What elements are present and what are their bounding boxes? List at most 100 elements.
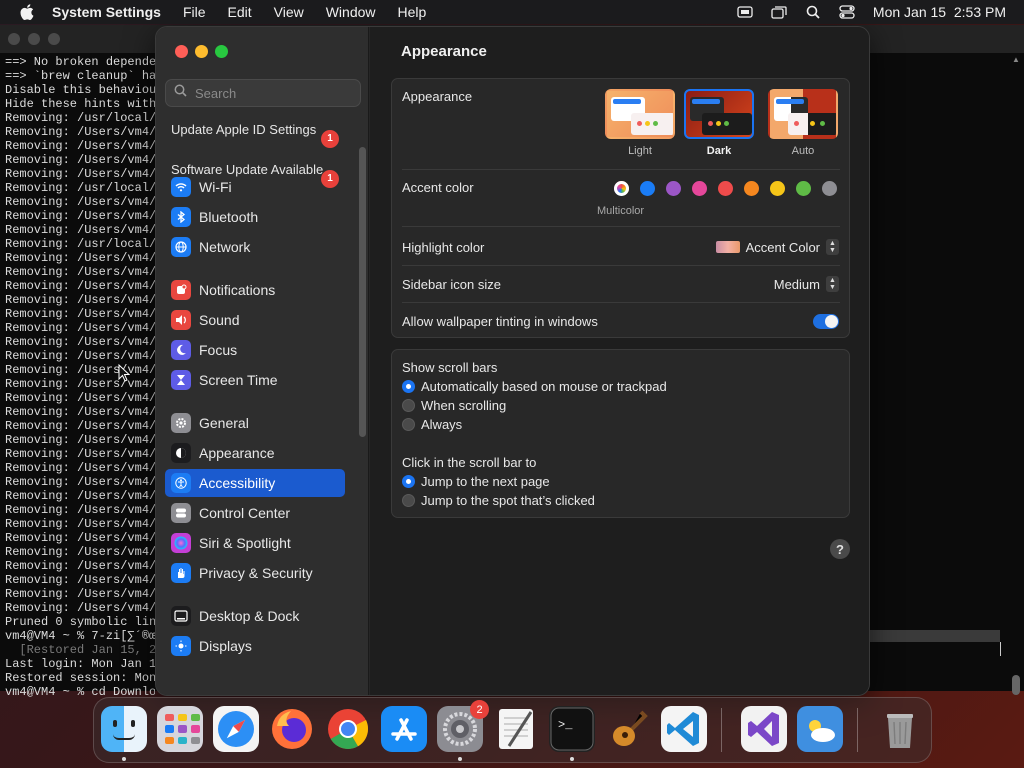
appstore-icon[interactable] [381, 706, 427, 752]
settings-icon[interactable]: 2 [437, 700, 489, 752]
hand-icon [171, 563, 191, 583]
accent-swatch[interactable] [796, 181, 811, 196]
terminal-scrollbar[interactable]: ▲ [1010, 55, 1022, 695]
sidebar-icon-size-popup[interactable]: Medium ▲ ▼ [774, 276, 839, 292]
menu-app-name[interactable]: System Settings [52, 4, 161, 20]
terminal-line: Removing: /usr/local/ [5, 181, 155, 195]
search-input[interactable] [195, 85, 355, 101]
textedit-icon[interactable] [493, 706, 539, 752]
apple-logo-icon[interactable] [20, 4, 34, 20]
wallpaper-tinting-toggle[interactable] [813, 314, 839, 329]
theme-option-light[interactable]: Light [605, 89, 675, 157]
terminal-icon[interactable]: >_ [549, 706, 595, 752]
accent-swatch[interactable] [692, 181, 707, 196]
highlight-color-popup[interactable]: Accent Color ▲ ▼ [715, 239, 839, 255]
divider [402, 169, 840, 170]
accent-swatch-multicolor[interactable] [614, 181, 629, 196]
sidebar-icon-size-value: Medium [773, 276, 820, 292]
sidebar-item-displays[interactable]: Displays [165, 632, 345, 660]
radio-jump-to-spot[interactable]: Jump to the spot that’s clicked [402, 493, 595, 508]
sidebar-item-general[interactable]: General [165, 409, 345, 437]
radio-jump-next-page[interactable]: Jump to the next page [402, 474, 550, 489]
sidebar-item-siri-spotlight[interactable]: Siri & Spotlight [165, 529, 345, 557]
sidebar-scrollbar[interactable] [359, 147, 366, 437]
search-field[interactable] [165, 79, 361, 107]
sidebar-item-sound[interactable]: Sound [165, 306, 345, 334]
sidebar-item-privacy-security[interactable]: Privacy & Security [165, 559, 345, 587]
sidebar-item-screen-time[interactable]: Screen Time [165, 366, 345, 394]
finder-icon[interactable] [101, 706, 147, 752]
dark-theme-thumbnail[interactable] [684, 89, 754, 139]
terminal-zoom-button[interactable] [48, 33, 60, 45]
safari-icon[interactable] [213, 706, 259, 752]
sidebar-item-control-center[interactable]: Control Center [165, 499, 345, 527]
radio-button[interactable] [402, 380, 415, 393]
screen-recording-icon[interactable] [737, 5, 753, 19]
page-title: Appearance [401, 43, 487, 60]
auto-theme-thumbnail[interactable] [768, 89, 838, 139]
radio-button[interactable] [402, 494, 415, 507]
radio-jump-next-page-label: Jump to the next page [421, 474, 550, 489]
help-button[interactable]: ? [830, 539, 850, 559]
visualstudio-icon[interactable] [741, 706, 787, 752]
weather-icon[interactable] [797, 706, 843, 752]
trash-icon[interactable] [877, 706, 923, 752]
accent-swatch[interactable] [770, 181, 785, 196]
guitar-icon[interactable] [605, 706, 651, 752]
chrome-icon[interactable] [325, 706, 371, 752]
theme-option-auto[interactable]: Auto [768, 89, 838, 157]
radio-scroll-auto[interactable]: Automatically based on mouse or trackpad [402, 379, 667, 394]
sidebar-item-accessibility[interactable]: Accessibility [165, 469, 345, 497]
dock-running-indicator [458, 757, 462, 761]
launchpad-icon[interactable] [157, 706, 203, 752]
window-minimize-button[interactable] [195, 45, 208, 58]
spotlight-search-icon[interactable] [805, 5, 821, 19]
radio-scroll-always[interactable]: Always [402, 417, 462, 432]
terminal-close-button[interactable] [8, 33, 20, 45]
control-center-icon[interactable] [839, 5, 855, 19]
sidebar-item-desktop-dock[interactable]: Desktop & Dock [165, 602, 345, 630]
accent-swatch[interactable] [640, 181, 655, 196]
window-zoom-button[interactable] [215, 45, 228, 58]
terminal-line: Removing: /Users/vm4/ [5, 517, 155, 531]
toggles-icon [171, 503, 191, 523]
radio-button[interactable] [402, 399, 415, 412]
sidebar-item-bluetooth[interactable]: Bluetooth [165, 203, 345, 231]
terminal-horizontal-scrollbar[interactable] [870, 630, 1000, 642]
terminal-line: Removing: /Users/vm4/ [5, 321, 155, 335]
firefox-icon[interactable] [269, 706, 315, 752]
show-scroll-bars-label: Show scroll bars [402, 360, 498, 375]
menu-edit[interactable]: Edit [228, 4, 252, 20]
terminal-scroll-thumb[interactable] [1012, 675, 1020, 695]
sidebar-item-focus[interactable]: Focus [165, 336, 345, 364]
terminal-line: Removing: /Users/vm4/ [5, 125, 155, 139]
menu-window[interactable]: Window [326, 4, 376, 20]
accent-swatch[interactable] [822, 181, 837, 196]
terminal-output[interactable]: ==> No broken depende ==> `brew cleanup` … [5, 55, 155, 715]
terminal-minimize-button[interactable] [28, 33, 40, 45]
radio-button[interactable] [402, 418, 415, 431]
vscode-icon[interactable] [661, 706, 707, 752]
menubar-clock[interactable]: Mon Jan 15 2:53 PM [873, 4, 1006, 20]
light-theme-thumbnail[interactable] [605, 89, 675, 139]
sidebar-item-wi-fi[interactable]: Wi-Fi [165, 173, 345, 201]
theme-option-dark[interactable]: Dark [684, 89, 754, 157]
radio-button[interactable] [402, 475, 415, 488]
terminal-text-cursor [1000, 642, 1001, 656]
sidebar-item-notifications[interactable]: Notifications [165, 276, 345, 304]
accent-swatch[interactable] [666, 181, 681, 196]
menu-file[interactable]: File [183, 4, 206, 20]
terminal-line: Removing: /Users/vm4/ [5, 601, 155, 615]
window-close-button[interactable] [175, 45, 188, 58]
sidebar-item-appearance[interactable]: Appearance [165, 439, 345, 467]
sidebar-item-label: Accessibility [199, 475, 276, 491]
menu-view[interactable]: View [274, 4, 304, 20]
notice-apple-id[interactable]: Update Apple ID Settings 1 [171, 122, 346, 148]
accent-swatch[interactable] [744, 181, 759, 196]
menu-help[interactable]: Help [398, 4, 427, 20]
display-mirror-icon[interactable] [771, 5, 787, 19]
sidebar-item-network[interactable]: Network [165, 233, 345, 261]
radio-scroll-when-scrolling[interactable]: When scrolling [402, 398, 506, 413]
accent-swatch[interactable] [718, 181, 733, 196]
terminal-line: vm4@VM4 ~ % 7-zi[∑´®œ [5, 629, 155, 643]
